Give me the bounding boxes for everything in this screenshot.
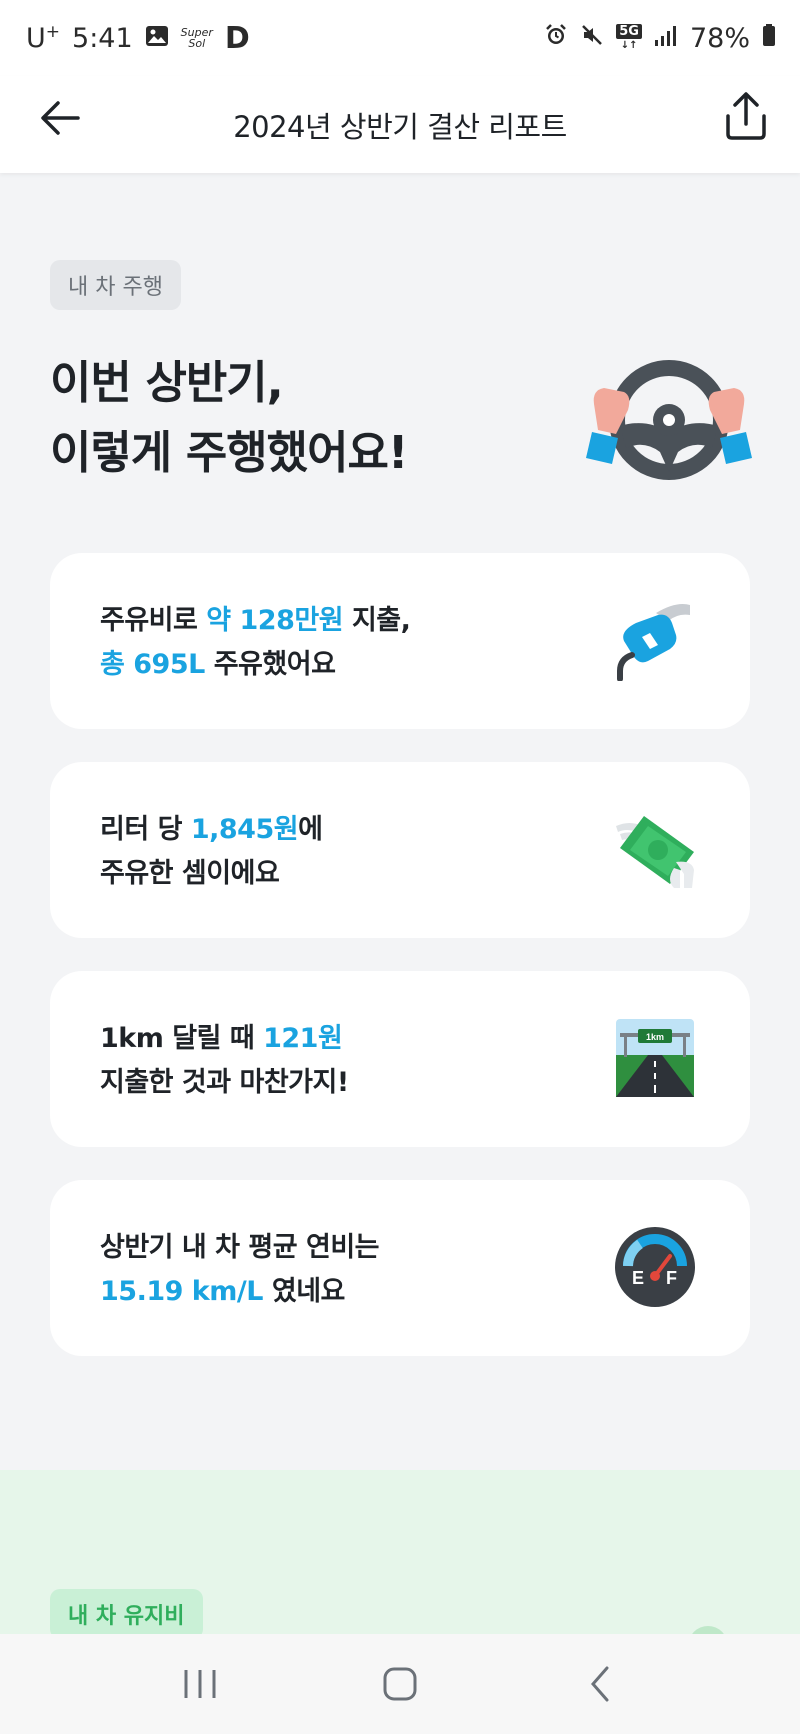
cost-per-km-card: 1km 달릴 때 121원 지출한 것과 마찬가지! 1km <box>50 971 750 1147</box>
share-button[interactable] <box>722 90 770 142</box>
fuel-cost-card: 주유비로 약 128만원 지출, 총 695L 주유했어요 <box>50 553 750 729</box>
fuel-volume-amount: 총 695L <box>100 649 205 680</box>
d-app-notification-icon: D <box>224 20 250 56</box>
price-per-liter-suffix: 에 <box>298 814 323 845</box>
gallery-notification-icon <box>145 23 169 54</box>
carrier-label: U+ <box>26 22 61 54</box>
fuel-volume-suffix: 주유했어요 <box>204 649 336 680</box>
cost-per-km-text: 1km 달릴 때 121원 지출한 것과 마찬가지! <box>100 1017 349 1105</box>
fuel-nozzle-icon <box>617 604 690 681</box>
status-bar-left: U+ 5:41 Super Sol D <box>26 21 250 56</box>
highway-sign-icon: 1km <box>616 1019 694 1097</box>
fuel-efficiency-line1: 상반기 내 차 평균 연비는 <box>100 1232 380 1263</box>
arrow-left-icon <box>41 101 80 135</box>
fuel-efficiency-suffix: 였네요 <box>262 1276 346 1307</box>
fuel-efficiency-value: 15.19 km/L <box>100 1276 263 1307</box>
home-icon <box>383 1667 417 1701</box>
status-bar-right: 5G ↓↑ 78% <box>544 23 776 54</box>
cost-per-km-prefix: 1km 달릴 때 <box>100 1023 264 1054</box>
section-chip-driving: 내 차 주행 <box>50 260 181 310</box>
section-chip-maintenance: 내 차 유지비 <box>50 1589 203 1639</box>
price-per-liter-card: 리터 당 1,845원에 주유한 셈이에요 <box>50 762 750 938</box>
cost-per-km-amount: 121원 <box>263 1023 343 1054</box>
fuel-cost-suffix: 지출, <box>343 605 411 636</box>
fuel-efficiency-card: 상반기 내 차 평균 연비는 15.19 km/L 였네요 E F <box>50 1180 750 1356</box>
section-title: 이번 상반기, 이렇게 주행했어요! <box>50 348 408 488</box>
clock: 5:41 <box>72 22 133 54</box>
fuel-cost-prefix: 주유비로 <box>100 605 207 636</box>
steering-wheel-hands-icon <box>586 360 752 480</box>
share-icon <box>726 92 766 140</box>
recent-apps-icon <box>184 1670 216 1698</box>
chevron-left-icon <box>591 1666 609 1702</box>
app-header: 2024년 상반기 결산 리포트 <box>0 76 800 173</box>
price-per-liter-text: 리터 당 1,845원에 주유한 셈이에요 <box>100 808 323 896</box>
section-title-line2: 이렇게 주행했어요! <box>50 426 408 479</box>
system-back-button[interactable] <box>570 1654 630 1714</box>
fuel-efficiency-text: 상반기 내 차 평균 연비는 15.19 km/L 였네요 <box>100 1226 380 1314</box>
highway-sign-text: 1km <box>646 1032 664 1042</box>
alarm-icon <box>544 23 568 54</box>
price-per-liter-line2: 주유한 셈이에요 <box>100 858 280 889</box>
fuel-gauge-icon: E F <box>615 1227 695 1307</box>
signal-icon <box>654 23 678 54</box>
home-button[interactable] <box>370 1654 430 1714</box>
system-navigation-bar <box>0 1634 800 1734</box>
status-bar: U+ 5:41 Super Sol D 5G ↓↑ 78% <box>0 0 800 76</box>
fuel-cost-text: 주유비로 약 128만원 지출, 총 695L 주유했어요 <box>100 599 411 687</box>
battery-percent: 78% <box>689 22 750 54</box>
gauge-full-label: F <box>666 1268 677 1288</box>
gauge-empty-label: E <box>632 1268 644 1288</box>
super-sol-notification-icon: Super Sol <box>180 26 213 50</box>
recent-apps-button[interactable] <box>170 1654 230 1714</box>
battery-icon <box>762 23 776 54</box>
section-title-line1: 이번 상반기, <box>50 356 284 409</box>
price-per-liter-amount: 1,845원 <box>190 814 299 845</box>
back-button[interactable] <box>38 96 82 140</box>
network-5g-icon: 5G ↓↑ <box>616 24 642 52</box>
page-title: 2024년 상반기 결산 리포트 <box>233 109 567 144</box>
fuel-cost-amount: 약 128만원 <box>206 605 344 636</box>
flying-money-icon <box>616 816 694 888</box>
price-per-liter-prefix: 리터 당 <box>100 814 191 845</box>
cost-per-km-line2: 지출한 것과 마찬가지! <box>100 1067 349 1098</box>
mute-icon <box>580 23 604 54</box>
